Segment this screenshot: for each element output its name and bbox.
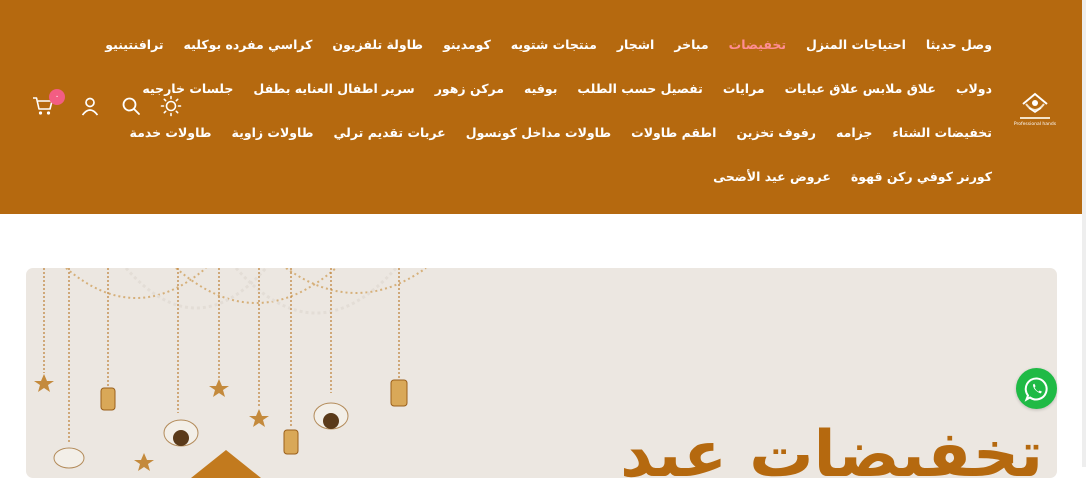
whatsapp-icon xyxy=(1024,376,1048,402)
nav-item-active[interactable]: تخفيضات xyxy=(729,37,786,52)
nav-item[interactable]: مركن زهور xyxy=(435,81,504,96)
nav-item[interactable]: طاولات زاوية xyxy=(232,125,314,140)
nav-item[interactable]: كومدينو xyxy=(443,37,491,52)
nav-row: تخفيضات الشتاء جزامه رفوف تخزين اطقم طاولات… xyxy=(130,110,992,154)
nav-item[interactable]: منتجات شتويه xyxy=(511,37,597,52)
nav-item[interactable]: تفصيل حسب الطلب xyxy=(577,81,702,96)
logo-emblem-icon: Professional hands xyxy=(1014,92,1057,127)
whatsapp-chat-button[interactable] xyxy=(1016,368,1057,409)
nav-item[interactable]: كورنر كوفي ركن قهوة xyxy=(851,169,992,184)
page-scrollbar[interactable] xyxy=(1082,0,1086,467)
nav-item[interactable]: ترافنتينيو xyxy=(105,37,163,52)
site-logo[interactable]: Professional hands xyxy=(1011,84,1059,132)
nav-item[interactable]: مباخر xyxy=(674,37,708,52)
main-navigation: وصل حديثا احتياجات المنزل تخفيضات مباخر اشجا… xyxy=(105,22,992,198)
search-icon[interactable] xyxy=(118,92,144,120)
nav-row: وصل حديثا احتياجات المنزل تخفيضات مباخر اشجا… xyxy=(105,22,992,66)
nav-item[interactable]: طاولة تلفزيون xyxy=(332,37,423,52)
nav-item[interactable]: رفوف تخزين xyxy=(736,125,816,140)
site-header: Professional hands وصل حديثا احتياجات الم… xyxy=(0,0,1082,214)
nav-item[interactable]: اشجار xyxy=(617,37,654,52)
nav-item[interactable]: دولاب xyxy=(956,81,992,96)
eid-promo-banner[interactable]: تخفيضات عيد xyxy=(26,268,1057,478)
svg-text:Professional hands: Professional hands xyxy=(1014,121,1057,127)
nav-item[interactable]: عروض عيد الأضحى xyxy=(713,169,831,184)
nav-item[interactable]: طاولات خدمة xyxy=(130,125,212,140)
nav-item[interactable]: طاولات مداخل كونسول xyxy=(466,125,611,140)
banner-title: تخفيضات عيد xyxy=(620,418,1043,478)
user-account-icon[interactable] xyxy=(77,92,103,120)
nav-item[interactable]: احتياجات المنزل xyxy=(806,37,906,52)
nav-item[interactable]: بوفيه xyxy=(524,81,557,96)
theme-toggle-sun-icon[interactable] xyxy=(158,92,184,120)
nav-item[interactable]: وصل حديثا xyxy=(926,37,992,52)
nav-row: دولاب علاق ملابس علاق عبايات مرايات تفصيل ح… xyxy=(142,66,992,110)
nav-item[interactable]: اطقم طاولات xyxy=(631,125,716,140)
nav-item[interactable]: علاق ملابس علاق عبايات xyxy=(785,81,936,96)
nav-item[interactable]: مرايات xyxy=(723,81,765,96)
nav-row: كورنر كوفي ركن قهوة عروض عيد الأضحى xyxy=(240,154,992,198)
cart-count-badge: ٠ xyxy=(49,89,65,105)
nav-item[interactable]: كراسي مفرده بوكليه xyxy=(184,37,313,52)
nav-item[interactable]: جزامه xyxy=(836,125,872,140)
nav-item[interactable]: سرير اطفال العنايه بطفل xyxy=(253,81,414,96)
nav-item[interactable]: تخفيضات الشتاء xyxy=(892,125,992,140)
nav-item[interactable]: عربات تقديم ترلي xyxy=(334,125,446,140)
